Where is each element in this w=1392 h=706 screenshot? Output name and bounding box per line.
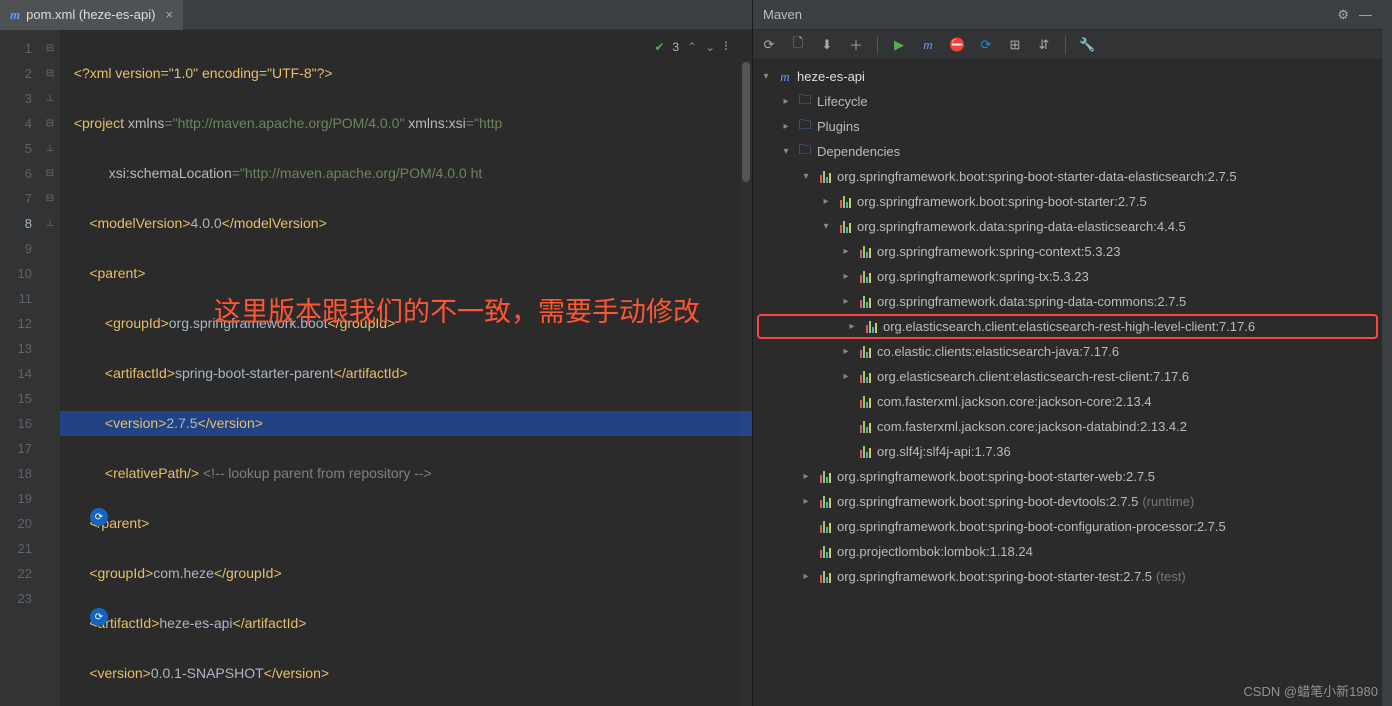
dependency-item[interactable]: org.springframework.boot:spring-boot-sta… — [753, 189, 1382, 214]
library-icon — [857, 246, 873, 258]
library-icon — [857, 271, 873, 283]
maven-panel: Maven ⚙ — ⟳ 🗋 ⬇ ＋ ▶ m ⛔ ⟳ ⊞ ⇵ 🔧 mheze-es… — [752, 0, 1382, 706]
dependency-item[interactable]: org.springframework:spring-context:5.3.2… — [753, 239, 1382, 264]
generate-sources-icon[interactable]: 🗋 — [790, 34, 806, 56]
maven-title: Maven — [763, 7, 802, 22]
dependency-item[interactable]: org.springframework.boot:spring-boot-dev… — [753, 489, 1382, 514]
code-area[interactable]: 1234567891011121314151617181920212223 ⊟⊟… — [0, 30, 752, 706]
dependency-item[interactable]: co.elastic.clients:elasticsearch-java:7.… — [753, 339, 1382, 364]
toggle-skip-tests-icon[interactable]: ⛔ — [949, 37, 965, 53]
tree-plugins[interactable]: 🗀Plugins — [753, 114, 1382, 139]
editor-tabs: m pom.xml (heze-es-api) × — [0, 0, 752, 30]
wrench-icon[interactable]: 🔧 — [1079, 37, 1095, 53]
refresh-icon[interactable]: ⟳ — [761, 37, 777, 53]
minimize-icon[interactable]: — — [1359, 7, 1372, 22]
tree-dependencies[interactable]: 🗀Dependencies — [753, 139, 1382, 164]
library-icon — [857, 346, 873, 358]
tree-root[interactable]: mheze-es-api — [753, 64, 1382, 89]
library-icon — [857, 421, 873, 433]
folder-icon: 🗀 — [797, 141, 813, 163]
dependency-item-highlighted[interactable]: org.elasticsearch.client:elasticsearch-r… — [757, 314, 1378, 339]
library-icon — [817, 571, 833, 583]
dependency-item[interactable]: org.slf4j:slf4j-api:1.7.36 — [753, 439, 1382, 464]
library-icon — [857, 296, 873, 308]
dependency-item[interactable]: org.springframework.boot:spring-boot-con… — [753, 514, 1382, 539]
library-icon — [817, 521, 833, 533]
download-icon[interactable]: ⬇ — [819, 37, 835, 53]
gear-icon[interactable]: ⚙ — [1337, 7, 1349, 23]
library-icon — [817, 471, 833, 483]
dependency-item[interactable]: org.elasticsearch.client:elasticsearch-r… — [753, 364, 1382, 389]
library-icon — [837, 221, 853, 233]
collapse-all-icon[interactable]: ⇵ — [1036, 37, 1052, 53]
show-dependencies-icon[interactable]: ⊞ — [1007, 37, 1023, 53]
fold-column: ⊟⊟⊥⊟⊥⊟⊟⊥ — [40, 30, 60, 706]
tree-lifecycle[interactable]: 🗀Lifecycle — [753, 89, 1382, 114]
library-icon — [837, 196, 853, 208]
library-icon — [817, 496, 833, 508]
tab-pom-xml[interactable]: m pom.xml (heze-es-api) × — [0, 0, 183, 30]
code-text[interactable]: <?xml version="1.0" encoding="UTF-8"?> <… — [60, 30, 752, 706]
right-tool-strip[interactable] — [1382, 0, 1392, 706]
module-icon: m — [777, 69, 793, 85]
maven-title-bar: Maven ⚙ — — [753, 0, 1382, 30]
maven-toolbar: ⟳ 🗋 ⬇ ＋ ▶ m ⛔ ⟳ ⊞ ⇵ 🔧 — [753, 30, 1382, 60]
dependency-item[interactable]: com.fasterxml.jackson.core:jackson-datab… — [753, 414, 1382, 439]
run-gutter-icon[interactable]: ⟳ — [90, 508, 108, 526]
library-icon — [817, 171, 833, 183]
library-icon — [863, 321, 879, 333]
dependency-item[interactable]: org.projectlombok:lombok:1.18.24 — [753, 539, 1382, 564]
folder-icon: 🗀 — [797, 91, 813, 113]
offline-icon[interactable]: ⟳ — [978, 37, 994, 53]
line-gutter: 1234567891011121314151617181920212223 — [0, 30, 40, 706]
editor-pane: m pom.xml (heze-es-api) × ✔ 3 ⌃ ⌄ ⠇ 1234… — [0, 0, 752, 706]
library-icon — [857, 371, 873, 383]
maven-file-icon: m — [10, 7, 20, 23]
folder-icon: 🗀 — [797, 116, 813, 138]
dependency-item[interactable]: org.springframework.boot:spring-boot-sta… — [753, 564, 1382, 589]
editor-scrollbar[interactable] — [740, 60, 752, 706]
dependency-item[interactable]: org.springframework.boot:spring-boot-sta… — [753, 164, 1382, 189]
dependency-item[interactable]: org.springframework.data:spring-data-com… — [753, 289, 1382, 314]
library-icon — [857, 446, 873, 458]
library-icon — [817, 546, 833, 558]
tab-title: pom.xml (heze-es-api) — [26, 7, 155, 22]
library-icon — [857, 396, 873, 408]
maven-tree[interactable]: mheze-es-api 🗀Lifecycle 🗀Plugins 🗀Depend… — [753, 60, 1382, 706]
execute-icon[interactable]: m — [920, 37, 936, 53]
dependency-item[interactable]: org.springframework.data:spring-data-ela… — [753, 214, 1382, 239]
dependency-item[interactable]: org.springframework.boot:spring-boot-sta… — [753, 464, 1382, 489]
dependency-item[interactable]: com.fasterxml.jackson.core:jackson-core:… — [753, 389, 1382, 414]
close-icon[interactable]: × — [165, 7, 173, 22]
run-gutter-icon[interactable]: ⟳ — [90, 608, 108, 626]
run-icon[interactable]: ▶ — [891, 37, 907, 53]
add-icon[interactable]: ＋ — [848, 35, 864, 54]
dependency-item[interactable]: org.springframework:spring-tx:5.3.23 — [753, 264, 1382, 289]
